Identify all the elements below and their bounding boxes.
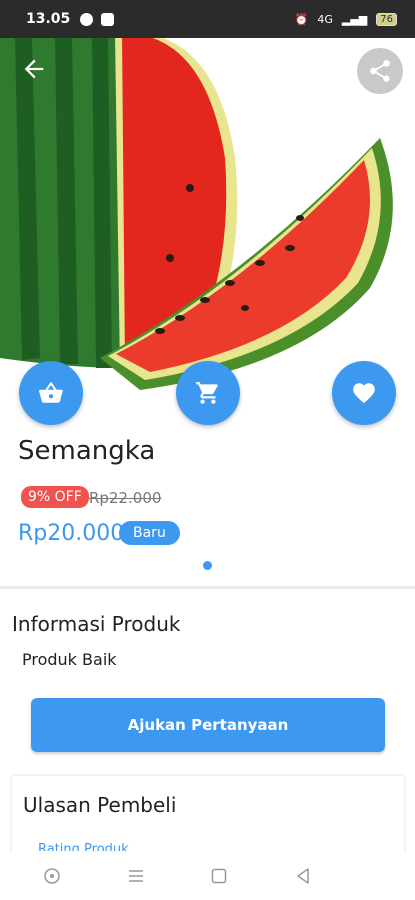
- product-name: Semangka: [18, 436, 156, 466]
- signal-icon: ▂▄▆: [341, 12, 368, 26]
- system-nav-bar: [0, 851, 415, 900]
- assistant-button[interactable]: [43, 867, 61, 885]
- triangle-back-icon: [297, 867, 309, 884]
- product-price: Rp20.000: [18, 521, 125, 546]
- status-time: 13.05: [26, 11, 71, 27]
- square-icon: [212, 868, 227, 883]
- heart-icon: [353, 383, 375, 404]
- battery-icon: 76: [376, 12, 397, 26]
- home-button[interactable]: [210, 867, 228, 885]
- discount-badge: 9% OFF: [21, 486, 89, 508]
- notification-icon: [80, 12, 94, 26]
- carousel-indicator: [203, 561, 212, 570]
- favorite-button[interactable]: [332, 361, 396, 425]
- status-bar: 13.05 ⏰ 4G ▂▄▆ 76: [0, 0, 415, 38]
- cart-icon: [196, 382, 218, 404]
- nav-back-button[interactable]: [294, 867, 312, 885]
- menu-button[interactable]: [127, 867, 145, 885]
- reviews-title: Ulasan Pembeli: [23, 793, 177, 817]
- circle-dot-icon: [44, 867, 60, 884]
- section-divider: [0, 586, 415, 589]
- basket-icon: [39, 382, 63, 403]
- share-button[interactable]: [357, 48, 403, 94]
- info-section-title: Informasi Produk: [12, 612, 181, 636]
- alarm-icon: ⏰: [294, 12, 309, 26]
- reviews-card: Ulasan Pembeli Rating Produk: [12, 776, 404, 856]
- menu-icon: [128, 869, 143, 882]
- watermelon-image: [0, 38, 415, 392]
- add-to-cart-button[interactable]: [176, 361, 240, 425]
- condition-badge: Baru: [119, 521, 180, 545]
- back-button[interactable]: [20, 55, 48, 83]
- network-label: 4G: [317, 12, 333, 26]
- product-description: Produk Baik: [22, 650, 117, 669]
- product-image: [0, 38, 415, 392]
- ask-question-button[interactable]: Ajukan Pertanyaan: [31, 698, 385, 752]
- share-icon: [370, 60, 390, 82]
- back-arrow-icon: [24, 59, 44, 79]
- basket-button[interactable]: [19, 361, 83, 425]
- original-price: Rp22.000: [89, 489, 162, 507]
- notification-icon: [101, 12, 115, 26]
